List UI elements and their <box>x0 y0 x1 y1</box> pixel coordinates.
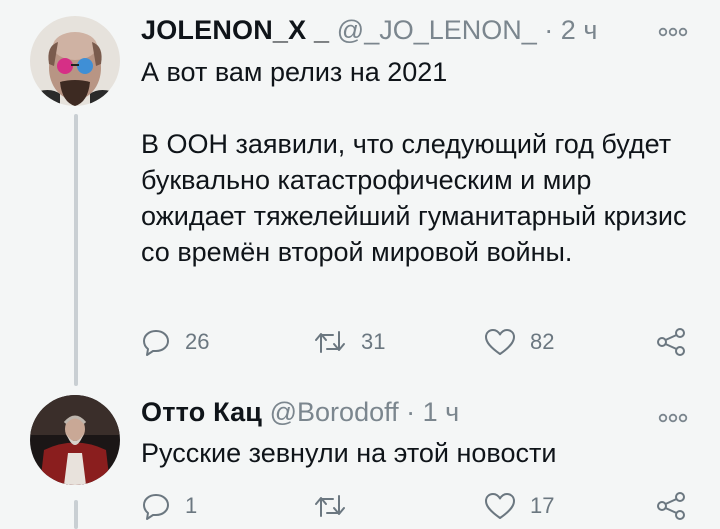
retweet-icon <box>313 491 361 521</box>
thread-line <box>74 500 78 529</box>
handle[interactable]: @_JO_LENON_ <box>337 15 537 45</box>
tweet-header: Отто Кац @Borodoff · 1 ч <box>141 397 459 428</box>
heart-icon <box>484 327 530 357</box>
like-button[interactable]: 82 <box>484 324 554 360</box>
share-icon <box>655 326 701 358</box>
avatar[interactable] <box>30 395 120 485</box>
action-bar: 1 17 <box>141 488 701 524</box>
reply-button[interactable]: 1 <box>141 488 197 524</box>
tweet-text: А вот вам релиз на 2021 В ООН заявили, ч… <box>141 57 687 267</box>
reply-count: 26 <box>185 329 210 354</box>
avatar[interactable] <box>30 16 120 106</box>
tweet-header: JOLENON_X _ @_JO_LENON_ · 2 ч <box>141 15 597 46</box>
thread-line <box>74 114 78 386</box>
separator: · <box>544 15 554 45</box>
reply-icon <box>141 327 185 357</box>
tweet[interactable]: JOLENON_X _ @_JO_LENON_ · 2 ч А вот вам … <box>0 0 720 390</box>
handle[interactable]: @Borodoff <box>270 397 399 427</box>
timestamp[interactable]: 1 ч <box>423 397 460 427</box>
share-button[interactable] <box>655 324 701 360</box>
reply-count: 1 <box>185 493 198 518</box>
more-icon[interactable] <box>658 19 688 45</box>
timestamp[interactable]: 2 ч <box>561 15 598 45</box>
tweet-text: Русские зевнули на этой новости <box>141 438 557 468</box>
retweet-button[interactable]: 31 <box>313 324 385 360</box>
share-button[interactable] <box>655 488 701 524</box>
like-count: 17 <box>530 493 555 518</box>
like-button[interactable]: 17 <box>484 488 554 524</box>
separator: · <box>406 397 416 427</box>
retweet-icon <box>313 327 361 357</box>
display-name[interactable]: Отто Кац <box>141 397 262 427</box>
display-name[interactable]: JOLENON_X _ <box>141 15 329 45</box>
reply-button[interactable]: 26 <box>141 324 209 360</box>
like-count: 82 <box>530 329 555 354</box>
share-icon <box>655 490 701 522</box>
retweet-button[interactable] <box>313 488 361 524</box>
heart-icon <box>484 491 530 521</box>
more-icon[interactable] <box>658 405 688 431</box>
action-bar: 26 31 82 <box>141 324 701 360</box>
tweet[interactable]: Отто Кац @Borodoff · 1 ч Русские зевнули… <box>0 390 720 529</box>
retweet-count: 31 <box>361 329 386 354</box>
reply-icon <box>141 491 185 521</box>
